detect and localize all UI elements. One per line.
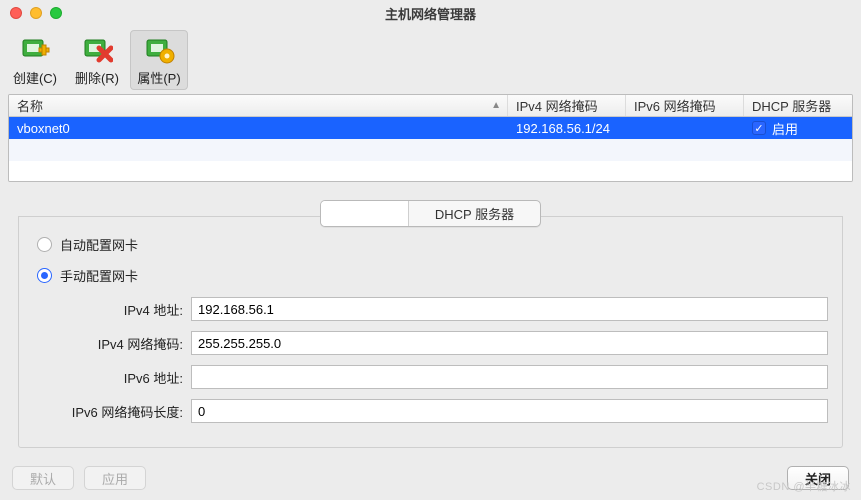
watermark: CSDN @半糖冰冰 bbox=[757, 478, 851, 494]
delete-label: 删除(R) bbox=[75, 68, 119, 87]
radio-auto-label: 自动配置网卡 bbox=[60, 235, 138, 254]
properties-icon bbox=[143, 34, 175, 66]
dhcp-checkbox-icon[interactable]: ✓ bbox=[752, 121, 766, 135]
ipv6-addr-label: IPv6 地址: bbox=[33, 368, 191, 387]
tab-dhcp-server[interactable]: DHCP 服务器 bbox=[409, 201, 540, 226]
radio-icon bbox=[37, 268, 52, 283]
radio-auto-config[interactable]: 自动配置网卡 bbox=[33, 235, 828, 254]
col-name-label: 名称 bbox=[17, 96, 43, 115]
footer: 默认 应用 关闭 bbox=[12, 466, 849, 490]
row-ipv6 bbox=[626, 117, 744, 139]
col-name[interactable]: 名称 ▲ bbox=[9, 95, 508, 116]
ipv4-mask-label: IPv4 网络掩码: bbox=[33, 334, 191, 353]
ipv4-addr-label: IPv4 地址: bbox=[33, 300, 191, 319]
tab-adapter[interactable] bbox=[321, 201, 409, 226]
col-ipv6-mask[interactable]: IPv6 网络掩码 bbox=[626, 95, 744, 116]
network-list: 名称 ▲ IPv4 网络掩码 IPv6 网络掩码 DHCP 服务器 vboxne… bbox=[8, 94, 853, 182]
row-dhcp: ✓ 启用 bbox=[744, 117, 852, 139]
radio-manual-label: 手动配置网卡 bbox=[60, 266, 138, 285]
delete-icon bbox=[81, 34, 113, 66]
create-button[interactable]: 创建(C) bbox=[6, 30, 64, 90]
row-ipv4: 192.168.56.1/24 bbox=[508, 117, 626, 139]
create-icon bbox=[19, 34, 51, 66]
delete-button[interactable]: 删除(R) bbox=[68, 30, 126, 90]
row-dhcp-label: 启用 bbox=[772, 119, 798, 138]
table-row[interactable] bbox=[9, 161, 852, 182]
field-ipv4-mask: IPv4 网络掩码: bbox=[33, 331, 828, 355]
field-ipv4-address: IPv4 地址: bbox=[33, 297, 828, 321]
defaults-button[interactable]: 默认 bbox=[12, 466, 74, 490]
titlebar: 主机网络管理器 bbox=[0, 0, 861, 26]
ipv4-addr-input[interactable] bbox=[191, 297, 828, 321]
ipv6-len-label: IPv6 网络掩码长度: bbox=[33, 402, 191, 421]
apply-button[interactable]: 应用 bbox=[84, 466, 146, 490]
ipv4-mask-input[interactable] bbox=[191, 331, 828, 355]
properties-label: 属性(P) bbox=[137, 68, 180, 87]
config-panel: DHCP 服务器 自动配置网卡 手动配置网卡 IPv4 地址: IPv4 网络掩… bbox=[8, 182, 853, 463]
row-name: vboxnet0 bbox=[9, 117, 508, 139]
create-label: 创建(C) bbox=[13, 68, 57, 87]
field-ipv6-length: IPv6 网络掩码长度: bbox=[33, 399, 828, 423]
tab-bar: DHCP 服务器 bbox=[18, 200, 843, 227]
ipv6-len-input[interactable] bbox=[191, 399, 828, 423]
col-ipv4-mask[interactable]: IPv4 网络掩码 bbox=[508, 95, 626, 116]
field-ipv6-address: IPv6 地址: bbox=[33, 365, 828, 389]
radio-manual-config[interactable]: 手动配置网卡 bbox=[33, 266, 828, 285]
toolbar: 创建(C) 删除(R) 属性(P) bbox=[0, 26, 861, 94]
col-dhcp[interactable]: DHCP 服务器 bbox=[744, 95, 852, 116]
sort-asc-icon: ▲ bbox=[491, 100, 501, 111]
properties-button[interactable]: 属性(P) bbox=[130, 30, 188, 90]
table-row[interactable]: vboxnet0 192.168.56.1/24 ✓ 启用 bbox=[9, 117, 852, 139]
radio-icon bbox=[37, 237, 52, 252]
window-title: 主机网络管理器 bbox=[0, 4, 861, 23]
list-header: 名称 ▲ IPv4 网络掩码 IPv6 网络掩码 DHCP 服务器 bbox=[9, 95, 852, 117]
table-row[interactable] bbox=[9, 139, 852, 161]
ipv6-addr-input[interactable] bbox=[191, 365, 828, 389]
